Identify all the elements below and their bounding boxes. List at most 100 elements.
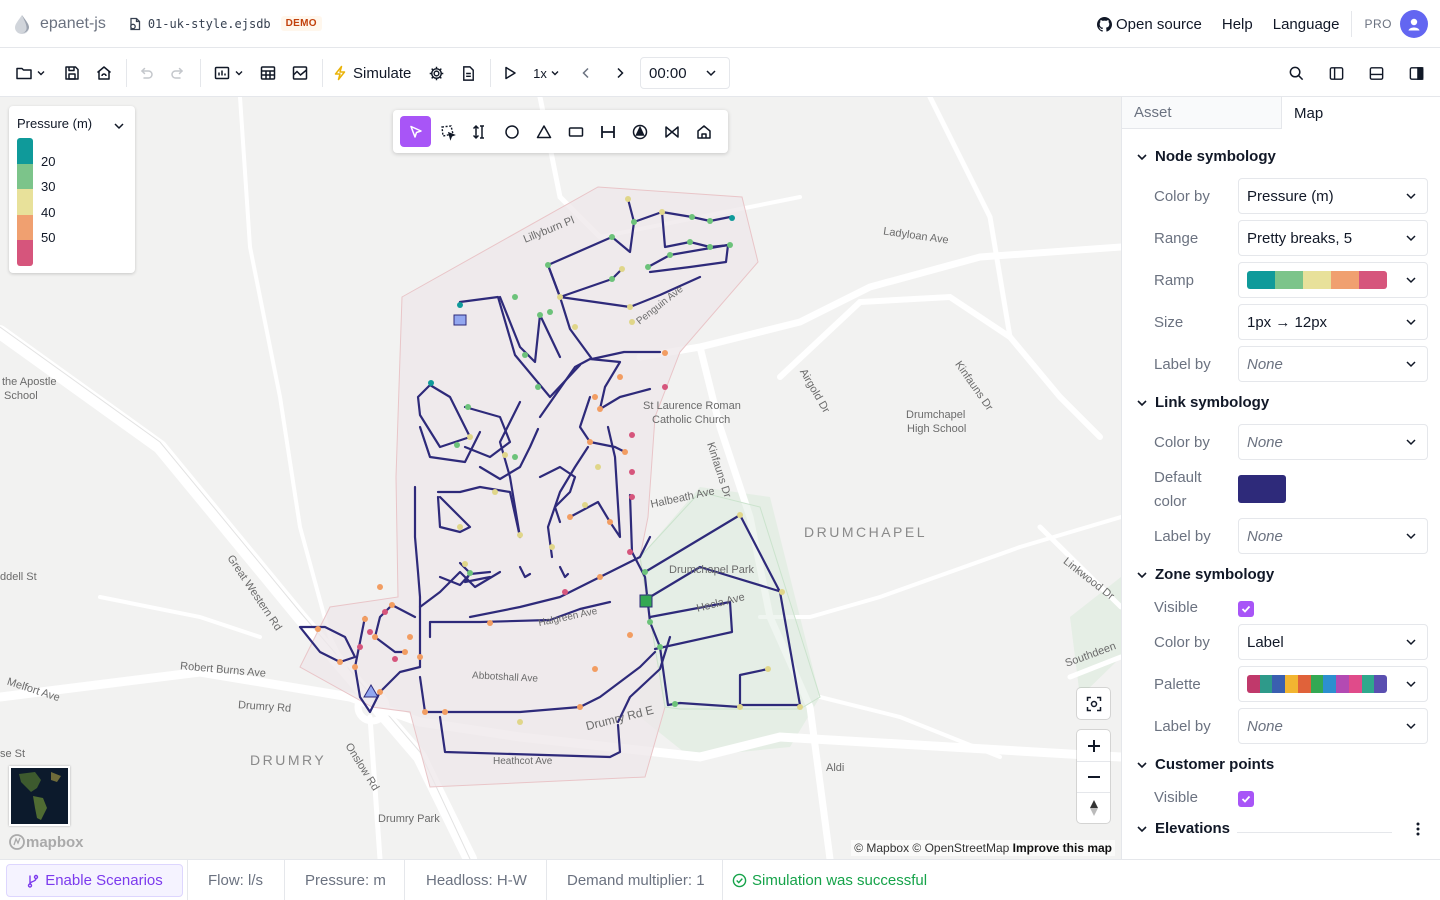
- save-button[interactable]: [60, 57, 84, 89]
- simulation-settings-button[interactable]: [424, 57, 448, 89]
- user-icon: [1408, 18, 1420, 31]
- chevron-down-icon: [1406, 439, 1416, 446]
- simulation-status[interactable]: Simulation was successful: [732, 860, 927, 900]
- default-link-color-swatch[interactable]: [1238, 475, 1286, 503]
- enable-scenarios-button[interactable]: Enable Scenarios: [6, 864, 183, 897]
- lasso-select-tool[interactable]: [432, 116, 463, 147]
- chevron-down-icon: [1137, 399, 1147, 406]
- play-icon: [505, 66, 516, 80]
- section-title: Node symbology: [1155, 148, 1276, 165]
- open-source-link[interactable]: Open source: [1096, 16, 1202, 33]
- zone-color-by-select[interactable]: Label: [1238, 624, 1428, 660]
- report-log-button[interactable]: [456, 57, 480, 89]
- field-label: Size: [1154, 314, 1184, 331]
- bottom-panel-toggle[interactable]: [1364, 57, 1388, 89]
- language-link[interactable]: Language: [1273, 16, 1340, 33]
- pipe-tool[interactable]: [592, 116, 623, 147]
- customer-point-tool[interactable]: [688, 116, 719, 147]
- valve-tool[interactable]: [656, 116, 687, 147]
- legend-color-ramp: [17, 138, 33, 266]
- zone-palette-select[interactable]: [1238, 666, 1428, 702]
- headloss-formula[interactable]: Headloss: H-W: [426, 860, 527, 900]
- map-layers-button[interactable]: [288, 57, 312, 89]
- undo-button[interactable]: [134, 57, 158, 89]
- play-button[interactable]: [498, 57, 522, 89]
- sidebar-left-icon: [1329, 66, 1343, 80]
- chevron-down-icon: [1406, 681, 1416, 688]
- node-range-select[interactable]: Pretty breaks, 5: [1238, 220, 1428, 256]
- brand[interactable]: epanet-js: [12, 14, 106, 34]
- node-color-by-select[interactable]: Pressure (m): [1238, 178, 1428, 214]
- left-panel-toggle[interactable]: [1324, 57, 1348, 89]
- next-step-button[interactable]: [608, 57, 632, 89]
- pressure-legend[interactable]: Pressure (m) 20 30 40 50: [9, 106, 135, 273]
- field-label: Range: [1154, 230, 1199, 247]
- link-symbology-header[interactable]: Link symbology: [1136, 394, 1269, 411]
- link-label-by-select[interactable]: None: [1238, 518, 1428, 554]
- chevron-left-icon: [582, 67, 589, 79]
- pump-tool[interactable]: [624, 116, 655, 147]
- zone-symbology-header[interactable]: Zone symbology: [1136, 566, 1274, 583]
- zoom-in-button[interactable]: [1077, 730, 1110, 761]
- mapbox-logo[interactable]: mapbox: [8, 833, 84, 851]
- github-icon: [1096, 16, 1112, 32]
- reshape-tool[interactable]: [464, 116, 495, 147]
- zone-visible-checkbox[interactable]: [1238, 601, 1254, 617]
- map-canvas[interactable]: [0, 97, 1121, 859]
- simulate-button[interactable]: Simulate: [332, 57, 414, 89]
- minimap[interactable]: [9, 766, 70, 826]
- palette-preview: [1247, 675, 1387, 693]
- demand-multiplier[interactable]: Demand multiplier: 1: [567, 860, 705, 900]
- open-file-button[interactable]: [12, 57, 48, 89]
- attribution-text[interactable]: © Mapbox © OpenStreetMap: [854, 841, 1009, 855]
- simulation-status-label: Simulation was successful: [752, 872, 928, 889]
- table-view-button[interactable]: [256, 57, 280, 89]
- node-size-select[interactable]: 1px → 12px: [1238, 304, 1428, 340]
- improve-map-link[interactable]: Improve this map: [1013, 841, 1112, 855]
- chevron-down-icon: [1406, 723, 1416, 730]
- tab-asset[interactable]: Asset: [1122, 97, 1282, 129]
- node-ramp-select[interactable]: [1238, 262, 1428, 298]
- user-avatar[interactable]: [1400, 10, 1428, 38]
- reports-button[interactable]: [210, 57, 246, 89]
- pump-icon: [632, 124, 647, 139]
- chevron-down-icon[interactable]: [113, 120, 125, 132]
- search-button[interactable]: [1284, 57, 1308, 89]
- cursor-icon: [409, 125, 422, 138]
- tab-map[interactable]: Map: [1282, 97, 1440, 129]
- elevations-header[interactable]: Elevations: [1136, 820, 1230, 837]
- speed-select[interactable]: 1x: [530, 57, 562, 89]
- save-cloud-button[interactable]: [92, 57, 116, 89]
- save-icon: [65, 66, 79, 80]
- zone-label-by-select[interactable]: None: [1238, 708, 1428, 744]
- tank-symbol[interactable]: [453, 314, 467, 326]
- map-attribution[interactable]: © Mapbox © OpenStreetMap Improve this ma…: [851, 840, 1115, 856]
- customer-points-header[interactable]: Customer points: [1136, 756, 1274, 773]
- compass-button[interactable]: [1077, 792, 1110, 823]
- chevron-down-icon: [1406, 235, 1416, 242]
- zoom-out-button[interactable]: [1077, 761, 1110, 792]
- help-link[interactable]: Help: [1222, 16, 1253, 33]
- fit-extent-button[interactable]: [1077, 688, 1110, 719]
- select-tool[interactable]: [400, 116, 431, 147]
- flow-units[interactable]: Flow: l/s: [208, 860, 263, 900]
- redo-button[interactable]: [166, 57, 190, 89]
- reservoir-tool[interactable]: [528, 116, 559, 147]
- tank-tool[interactable]: [560, 116, 591, 147]
- redo-icon: [171, 67, 184, 79]
- junction-tool[interactable]: [496, 116, 527, 147]
- pump-symbol[interactable]: [639, 594, 653, 608]
- more-options-icon[interactable]: [1416, 822, 1420, 836]
- network-map[interactable]: Lillyburn Pl Ladyloan Ave the Apostle Sc…: [0, 97, 1121, 859]
- section-title: Customer points: [1155, 756, 1275, 773]
- link-color-by-select[interactable]: None: [1238, 424, 1428, 460]
- speed-label: 1x: [533, 65, 547, 81]
- node-label-by-select[interactable]: None: [1238, 346, 1428, 382]
- node-symbology-header[interactable]: Node symbology: [1136, 148, 1276, 165]
- time-select[interactable]: 00:00: [640, 57, 730, 89]
- right-panel-toggle[interactable]: [1404, 57, 1428, 89]
- previous-step-button[interactable]: [574, 57, 598, 89]
- customer-points-visible-checkbox[interactable]: [1238, 791, 1254, 807]
- pressure-units[interactable]: Pressure: m: [305, 860, 386, 900]
- file-info[interactable]: 01-uk-style.ejsdb DEMO: [128, 16, 322, 31]
